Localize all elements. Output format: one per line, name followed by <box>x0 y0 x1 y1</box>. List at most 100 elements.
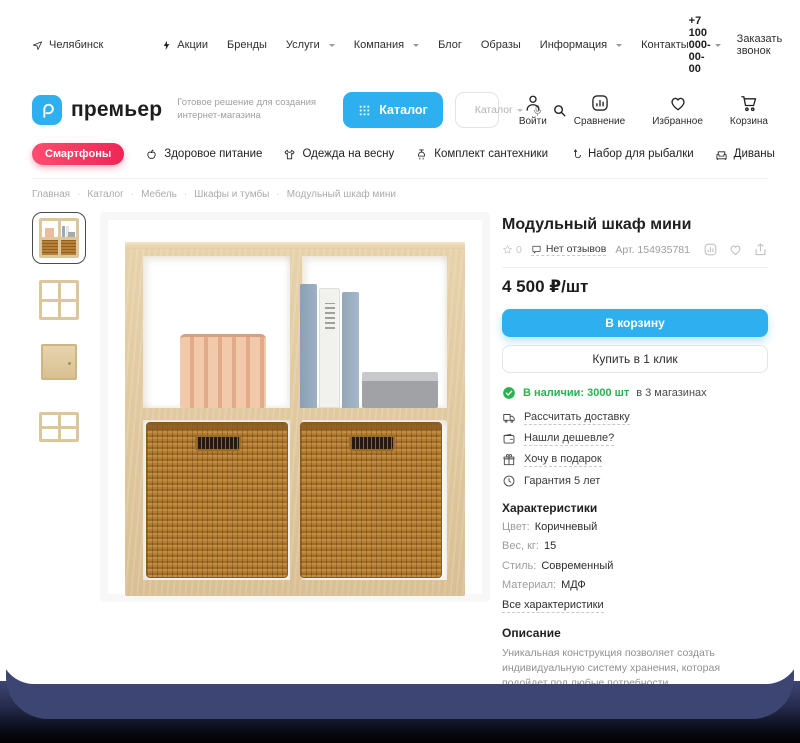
topbar-item-brendy[interactable]: Бренды <box>227 39 267 51</box>
catalog-button[interactable]: Каталог <box>343 92 442 128</box>
fishing-hook-icon <box>569 148 582 161</box>
breadcrumb-catalog[interactable]: Каталог <box>87 189 134 200</box>
thumbnail-2[interactable] <box>32 274 86 326</box>
topbar-item-informaciya[interactable]: Информация <box>540 39 622 51</box>
delivery-link[interactable]: Рассчитать доставку <box>502 411 768 425</box>
chevron-down-icon <box>517 109 523 115</box>
search-category-label: Каталог <box>475 104 513 116</box>
compare-button[interactable]: Сравнение <box>574 93 625 127</box>
faucet-icon <box>415 148 428 161</box>
clock-icon <box>502 474 516 488</box>
category-divany[interactable]: Диваны <box>715 148 775 161</box>
topbar-item-uslugi[interactable]: Услуги <box>286 39 335 51</box>
spec-row: Цвет:Коричневый <box>502 520 768 534</box>
spec-label: Материал: <box>502 578 556 592</box>
star-icon <box>502 244 513 255</box>
compare-icon[interactable] <box>703 242 718 257</box>
category-zdorovoe-pitanie[interactable]: Здоровое питание <box>145 148 262 161</box>
link-label: Рассчитать доставку <box>524 411 630 425</box>
category-label: Комплект сантехники <box>434 148 548 160</box>
product-image[interactable] <box>100 212 490 602</box>
cart-icon <box>739 93 759 113</box>
divider <box>502 267 768 268</box>
breadcrumb: Главная Каталог Мебель Шкафы и тумбы Мод… <box>32 189 768 200</box>
callback-link[interactable]: Заказать звонок <box>737 33 783 57</box>
thumbnail-image <box>39 218 79 258</box>
thumbnail-3[interactable] <box>32 336 86 388</box>
category-smartphones-badge[interactable]: Смартфоны <box>32 143 124 165</box>
stock-stores[interactable]: в 3 магазинах <box>636 387 706 399</box>
action-label: Корзина <box>730 116 768 127</box>
city-selector[interactable]: Челябинск <box>32 39 103 51</box>
category-rybalka[interactable]: Набор для рыбалки <box>569 148 694 161</box>
topbar-item-akcii[interactable]: Акции <box>161 39 208 51</box>
rating: 0 <box>502 244 522 256</box>
thumbnail-4[interactable] <box>32 398 86 450</box>
catalog-button-label: Каталог <box>379 103 427 117</box>
breadcrumb-home[interactable]: Главная <box>32 189 80 200</box>
logo-text: премьер <box>71 98 162 122</box>
cart-button[interactable]: Корзина <box>730 93 768 127</box>
divider <box>32 178 768 179</box>
search-category-dropdown[interactable]: Каталог <box>475 104 523 116</box>
basket-handle <box>349 435 395 451</box>
favorites-button[interactable]: Избранное <box>652 93 703 127</box>
lightning-icon <box>161 40 172 51</box>
topbar-item-kompaniya[interactable]: Компания <box>354 39 419 51</box>
spec-row: Стиль:Современный <box>502 559 768 573</box>
login-button[interactable]: Войти <box>519 93 547 127</box>
logo[interactable]: премьер <box>32 95 162 125</box>
spec-value: Коричневый <box>535 520 598 534</box>
category-label: Здоровое питание <box>164 148 262 160</box>
topbar: Челябинск Акции Бренды Услуги Компания Б… <box>32 0 768 75</box>
topbar-item-kontakty[interactable]: Контакты <box>641 39 689 51</box>
link-label: Нашли дешевле? <box>524 432 614 446</box>
product-photo <box>108 220 482 594</box>
link-label: Хочу в подарок <box>524 453 602 467</box>
wicker-basket-left <box>146 422 288 578</box>
warranty-link[interactable]: Гарантия 5 лет <box>502 474 768 488</box>
add-to-cart-button[interactable]: В корзину <box>502 309 768 337</box>
comment-icon <box>531 244 542 255</box>
reviews-label: Нет отзывов <box>546 243 606 255</box>
phone-label: +7 100 000-00-00 <box>689 15 711 75</box>
topbar-item-obrazy[interactable]: Образы <box>481 39 521 51</box>
reviews-link[interactable]: Нет отзывов <box>531 243 606 256</box>
search-bar: Каталог <box>455 92 499 128</box>
spec-value: 15 <box>544 539 556 553</box>
gift-link[interactable]: Хочу в подарок <box>502 453 768 467</box>
category-santekhnika[interactable]: Комплект сантехники <box>415 148 548 161</box>
tshirt-icon <box>283 148 296 161</box>
phone-number[interactable]: +7 100 000-00-00 <box>689 15 721 75</box>
breadcrumb-cabinets[interactable]: Шкафы и тумбы <box>194 189 279 200</box>
chevron-down-icon <box>413 44 419 50</box>
city-label: Челябинск <box>49 39 103 51</box>
specs-list: Цвет:Коричневый Вес, кг:15 Стиль:Совреме… <box>502 520 768 592</box>
truck-icon <box>502 411 516 425</box>
description-heading: Описание <box>502 626 768 640</box>
buy-one-click-button[interactable]: Купить в 1 клик <box>502 345 768 373</box>
cabinet-illustration <box>125 242 465 596</box>
compare-icon <box>590 93 610 113</box>
topbar-item-blog[interactable]: Блог <box>438 39 462 51</box>
topbar-item-label: Акции <box>177 39 208 51</box>
found-cheaper-link[interactable]: Нашли дешевле? <box>502 432 768 446</box>
topbar-nav: Акции Бренды Услуги Компания Блог Образы… <box>161 39 688 51</box>
topbar-item-label: Контакты <box>641 39 689 51</box>
product-meta: 0 Нет отзывов Арт. 154935781 <box>502 242 768 257</box>
share-icon[interactable] <box>753 242 768 257</box>
breadcrumb-furniture[interactable]: Мебель <box>141 189 187 200</box>
spec-row: Вес, кг:15 <box>502 539 768 553</box>
topbar-item-label: Компания <box>354 39 404 51</box>
category-odezhda[interactable]: Одежда на весну <box>283 148 394 161</box>
user-icon <box>523 93 543 113</box>
header: премьер Готовое решение для создания инт… <box>32 92 768 128</box>
thumbnail-image <box>41 344 77 380</box>
product-quick-actions <box>703 242 768 257</box>
stock-status: В наличии: 3000 шт в 3 магазинах <box>502 386 768 400</box>
topbar-right: +7 100 000-00-00 Заказать звонок <box>689 15 800 75</box>
chevron-down-icon <box>616 44 622 50</box>
heart-icon[interactable] <box>728 242 743 257</box>
all-specs-link[interactable]: Все характеристики <box>502 599 604 613</box>
thumbnail-1-selected[interactable] <box>32 212 86 264</box>
